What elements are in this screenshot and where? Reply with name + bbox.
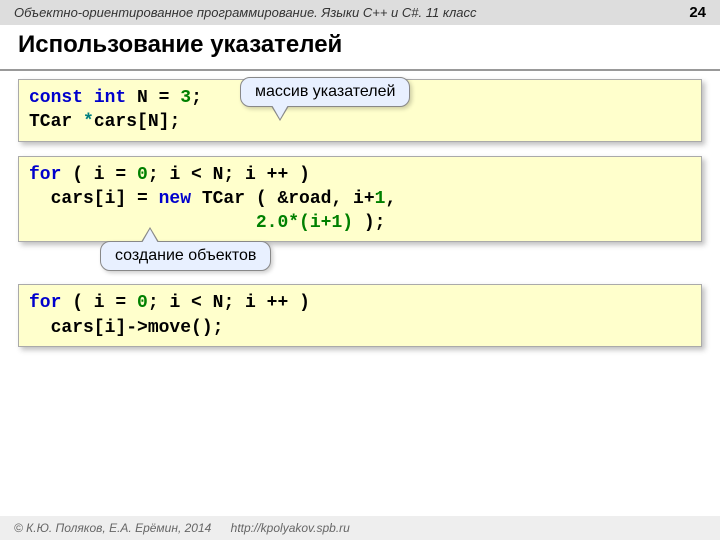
callout-create-objects: создание объектов (100, 241, 271, 271)
num-3: 3 (180, 88, 191, 108)
header-bar: Объектно-ориентированное программировани… (0, 0, 720, 25)
code-block-2: for ( i = 0; i < N; i ++ ) cars[i] = new… (18, 156, 702, 243)
expr: 2.0*(i+1) (256, 213, 353, 233)
code-text: cars[i] = (29, 189, 159, 209)
num-1: 1 (375, 189, 386, 209)
num-0: 0 (137, 165, 148, 185)
callout-array-pointers: массив указателей (240, 77, 410, 107)
callout-label: массив указателей (255, 83, 395, 100)
code-text: cars[i]->move(); (29, 318, 223, 338)
kw-const: const (29, 88, 83, 108)
course-title: Объектно-ориентированное программировани… (14, 5, 477, 20)
footer-link[interactable]: http://kpolyakov.spb.ru (231, 521, 350, 535)
kw-int: int (94, 88, 126, 108)
page-number: 24 (689, 4, 706, 21)
code-text: cars[N]; (94, 112, 180, 132)
code-text: TCar (29, 112, 83, 132)
code-text: ; i < N; i ++ ) (148, 293, 310, 313)
code-text: ); (353, 213, 385, 233)
star: * (83, 112, 94, 132)
kw-for: for (29, 293, 61, 313)
footer-bar: © К.Ю. Поляков, Е.А. Ерёмин, 2014 http:/… (0, 516, 720, 540)
num-0: 0 (137, 293, 148, 313)
code-text: , (385, 189, 396, 209)
code-text: ( i = (61, 293, 137, 313)
kw-new: new (159, 189, 191, 209)
content-area: const int N = 3; TCar *cars[N]; массив у… (0, 71, 720, 369)
kw-for: for (29, 165, 61, 185)
callout-label: создание объектов (115, 247, 256, 264)
code-text: ; i < N; i ++ ) (148, 165, 310, 185)
code-text: ( i = (61, 165, 137, 185)
page-title: Использование указателей (0, 25, 720, 71)
code-text: N = (126, 88, 180, 108)
code-block-3: for ( i = 0; i < N; i ++ ) cars[i]->move… (18, 284, 702, 347)
code-text: ; (191, 88, 202, 108)
code-text: TCar ( &road, i+ (191, 189, 375, 209)
copyright: © К.Ю. Поляков, Е.А. Ерёмин, 2014 (14, 521, 211, 535)
